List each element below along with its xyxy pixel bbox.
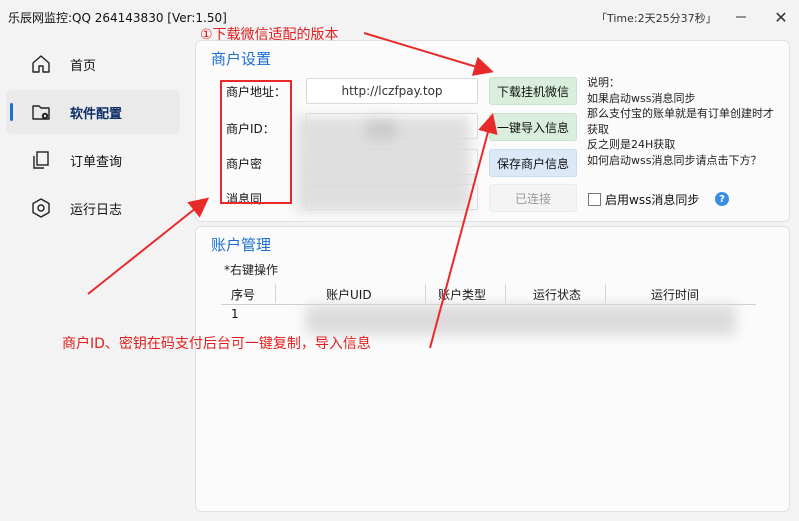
title-bar: 乐辰网监控:QQ 264143830 [Ver:1.50] 「Time:2天25… [0,0,799,36]
help-icon[interactable]: ? [715,192,729,206]
sidebar-item-label: 首页 [70,59,97,74]
wss-sync-checkbox[interactable]: 启用wss消息同步 [588,191,699,208]
table-cell: 1 [231,307,239,321]
download-wechat-button[interactable]: 下载挂机微信 [489,77,577,105]
column-divider[interactable] [605,284,606,303]
right-click-hint: *右键操作 [224,263,279,277]
sidebar-item-order-query[interactable]: 订单查询 [6,138,180,182]
copy-icon [33,151,49,169]
description-line: 说明： [587,76,620,89]
account-management-panel: 账户管理 *右键操作 序号 账户UID 账户类型 运行状态 运行时间 1 [195,226,790,512]
uptime-label: 「Time:2天25分37秒」 [596,12,717,25]
column-header[interactable]: 运行时间 [651,286,699,303]
column-header[interactable]: 账户类型 [438,286,486,303]
column-header[interactable]: 运行状态 [533,286,581,303]
description-line: 如何启动wss消息同步请点击下方？ [587,153,762,167]
column-divider[interactable] [425,284,426,303]
sidebar-item-label: 运行日志 [70,203,123,218]
active-indicator [10,103,13,121]
import-info-button[interactable]: 一键导入信息 [489,113,577,141]
minimize-icon [736,16,746,18]
column-header[interactable]: 账户UID [326,286,372,303]
redacted-area [306,305,736,335]
sidebar: 首页 软件配置 订单查询 运行日志 [0,36,190,521]
connected-button[interactable]: 已连接 [489,184,577,212]
description-line: 那么支付宝的账单就是有订单创建时才 [587,107,774,120]
home-icon [32,55,50,73]
close-button[interactable]: ✕ [768,6,794,28]
checkbox-box[interactable] [588,193,601,206]
annotation-bottom-text: 商户ID、密钥在码支付后台可一键复制，导入信息 [62,336,371,352]
redacted-area [366,121,396,139]
table-header: 序号 账户UID 账户类型 运行状态 运行时间 [221,284,756,305]
section-title: 商户设置 [211,50,272,68]
sidebar-item-run-log[interactable]: 运行日志 [6,186,180,230]
app-title: 乐辰网监控:QQ 264143830 [Ver:1.50] [8,11,227,25]
folder-settings-icon [32,105,50,120]
description-text: 说明： 如果启动wss消息同步 那么支付宝的账单就是有订单创建时才 获取 反之则… [587,75,782,168]
annotation-top-text: ①下载微信适配的版本 [200,27,339,43]
sidebar-item-software-config[interactable]: 软件配置 [6,90,180,134]
column-divider[interactable] [505,284,506,303]
description-line: 如果启动wss消息同步 [587,91,696,105]
description-line: 获取 [587,122,609,136]
description-line: 反之则是24H获取 [587,138,676,151]
column-divider[interactable] [275,284,276,303]
highlight-rectangle [220,80,292,204]
merchant-address-input[interactable]: http://lczfpay.top [306,78,478,104]
sidebar-item-home[interactable]: 首页 [6,42,180,86]
section-title: 账户管理 [211,236,272,254]
hexagon-log-icon [32,198,50,218]
checkbox-label: 启用wss消息同步 [605,193,700,207]
column-header[interactable]: 序号 [231,286,255,303]
sidebar-item-label: 软件配置 [70,107,123,122]
close-icon: ✕ [774,7,788,27]
save-merchant-button[interactable]: 保存商户信息 [489,149,577,177]
sidebar-item-label: 订单查询 [70,155,123,170]
minimize-button[interactable] [728,6,754,28]
